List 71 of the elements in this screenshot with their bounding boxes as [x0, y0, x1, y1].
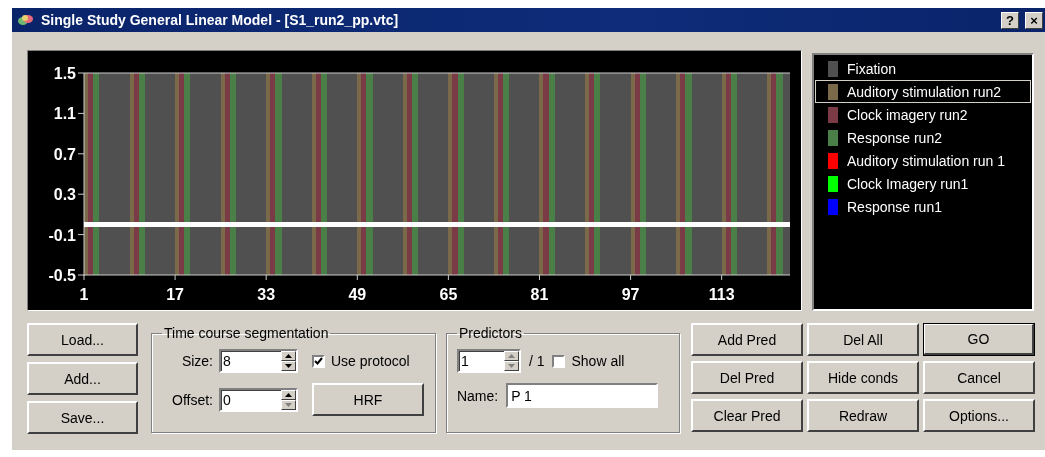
close-button[interactable]: ×: [1025, 11, 1043, 29]
x-tick-label: 113: [708, 286, 735, 303]
file-button[interactable]: Load...: [27, 323, 138, 356]
condition-label: Clock Imagery run1: [847, 175, 969, 192]
condition-item[interactable]: Clock Imagery run1: [815, 172, 1031, 195]
field-label: Size:: [181, 353, 213, 369]
x-tick-label: 33: [257, 286, 276, 303]
action-button[interactable]: Options...: [923, 399, 1035, 432]
checkbox[interactable]: [312, 354, 325, 368]
predictor-count: / 1: [528, 353, 545, 369]
file-button[interactable]: Add...: [27, 362, 138, 395]
up-arrow-icon: [285, 354, 292, 358]
condition-item[interactable]: Auditory stimulation run2: [815, 80, 1031, 103]
window-title: Single Study General Linear Model - [S1_run2_pp.vtc]: [41, 12, 400, 28]
condition-label: Response run2: [847, 129, 942, 146]
condition-item[interactable]: Auditory stimulation run 1: [815, 149, 1031, 172]
condition-label: Clock imagery run2: [847, 106, 968, 123]
field-label: Offset:: [172, 391, 213, 408]
x-tick-label: 65: [439, 286, 458, 303]
app-icon: [17, 13, 35, 27]
x-tick-label: 1: [79, 286, 89, 303]
condition-item[interactable]: Response run1: [815, 195, 1031, 218]
spin-box[interactable]: 1: [456, 349, 521, 373]
field-label: Name:: [456, 387, 499, 404]
condition-item[interactable]: Response run2: [815, 126, 1031, 149]
action-button[interactable]: Redraw: [807, 399, 919, 432]
condition-label: Fixation: [847, 60, 897, 77]
spin-up-button[interactable]: [281, 389, 296, 400]
y-tick-label: 0.3: [53, 186, 76, 204]
condition-item[interactable]: Fixation: [815, 57, 1031, 80]
y-tick-label: 0.7: [53, 145, 76, 163]
condition-label: Response run1: [847, 198, 942, 215]
condition-item[interactable]: Clock imagery run2: [815, 103, 1031, 126]
x-tick-label: 81: [530, 286, 549, 303]
action-button[interactable]: Del Pred: [691, 361, 803, 394]
x-tick-label: 49: [348, 286, 367, 303]
group-title: Time course segmentation: [163, 325, 330, 341]
condition-label: Auditory stimulation run 1: [847, 152, 1005, 169]
checkbox-label: Use protocol: [331, 353, 410, 369]
y-tick-label: 1.5: [53, 65, 76, 82]
x-tick-label: 17: [166, 286, 184, 303]
hrf-button[interactable]: HRF: [312, 383, 424, 416]
spin-up-button[interactable]: [281, 351, 296, 361]
spin-field[interactable]: 1: [458, 351, 504, 371]
action-button[interactable]: Del All: [807, 323, 919, 356]
up-arrow-icon: [285, 392, 292, 397]
checkbox[interactable]: [552, 354, 566, 368]
name-field[interactable]: P 1: [506, 383, 659, 408]
condition-label: Auditory stimulation run2: [847, 83, 1002, 100]
spin-box[interactable]: 8: [219, 349, 298, 373]
action-button[interactable]: Hide conds: [807, 361, 919, 394]
spin-box[interactable]: 0: [219, 387, 298, 412]
spin-down-button[interactable]: [281, 361, 296, 371]
action-button[interactable]: Cancel: [923, 361, 1035, 394]
down-arrow-icon: [285, 364, 292, 368]
y-tick-label: 1.1: [53, 105, 76, 123]
file-button[interactable]: Save...: [27, 401, 138, 434]
action-button[interactable]: GO: [923, 323, 1035, 356]
action-button[interactable]: Add Pred: [691, 323, 803, 356]
y-tick-label: -0.1: [48, 226, 76, 244]
checkbox-label: Show all: [571, 353, 625, 369]
y-tick-label: -0.5: [48, 267, 76, 284]
spin-field[interactable]: 0: [221, 389, 281, 410]
down-arrow-icon: [285, 402, 292, 407]
down-arrow-icon: [507, 364, 515, 368]
spin-field[interactable]: 8: [221, 351, 281, 371]
x-tick-label: 97: [621, 286, 640, 303]
group-title: Predictors: [457, 325, 523, 341]
up-arrow-icon: [507, 354, 515, 358]
action-button[interactable]: Clear Pred: [691, 399, 803, 432]
help-button[interactable]: ?: [1001, 11, 1019, 29]
